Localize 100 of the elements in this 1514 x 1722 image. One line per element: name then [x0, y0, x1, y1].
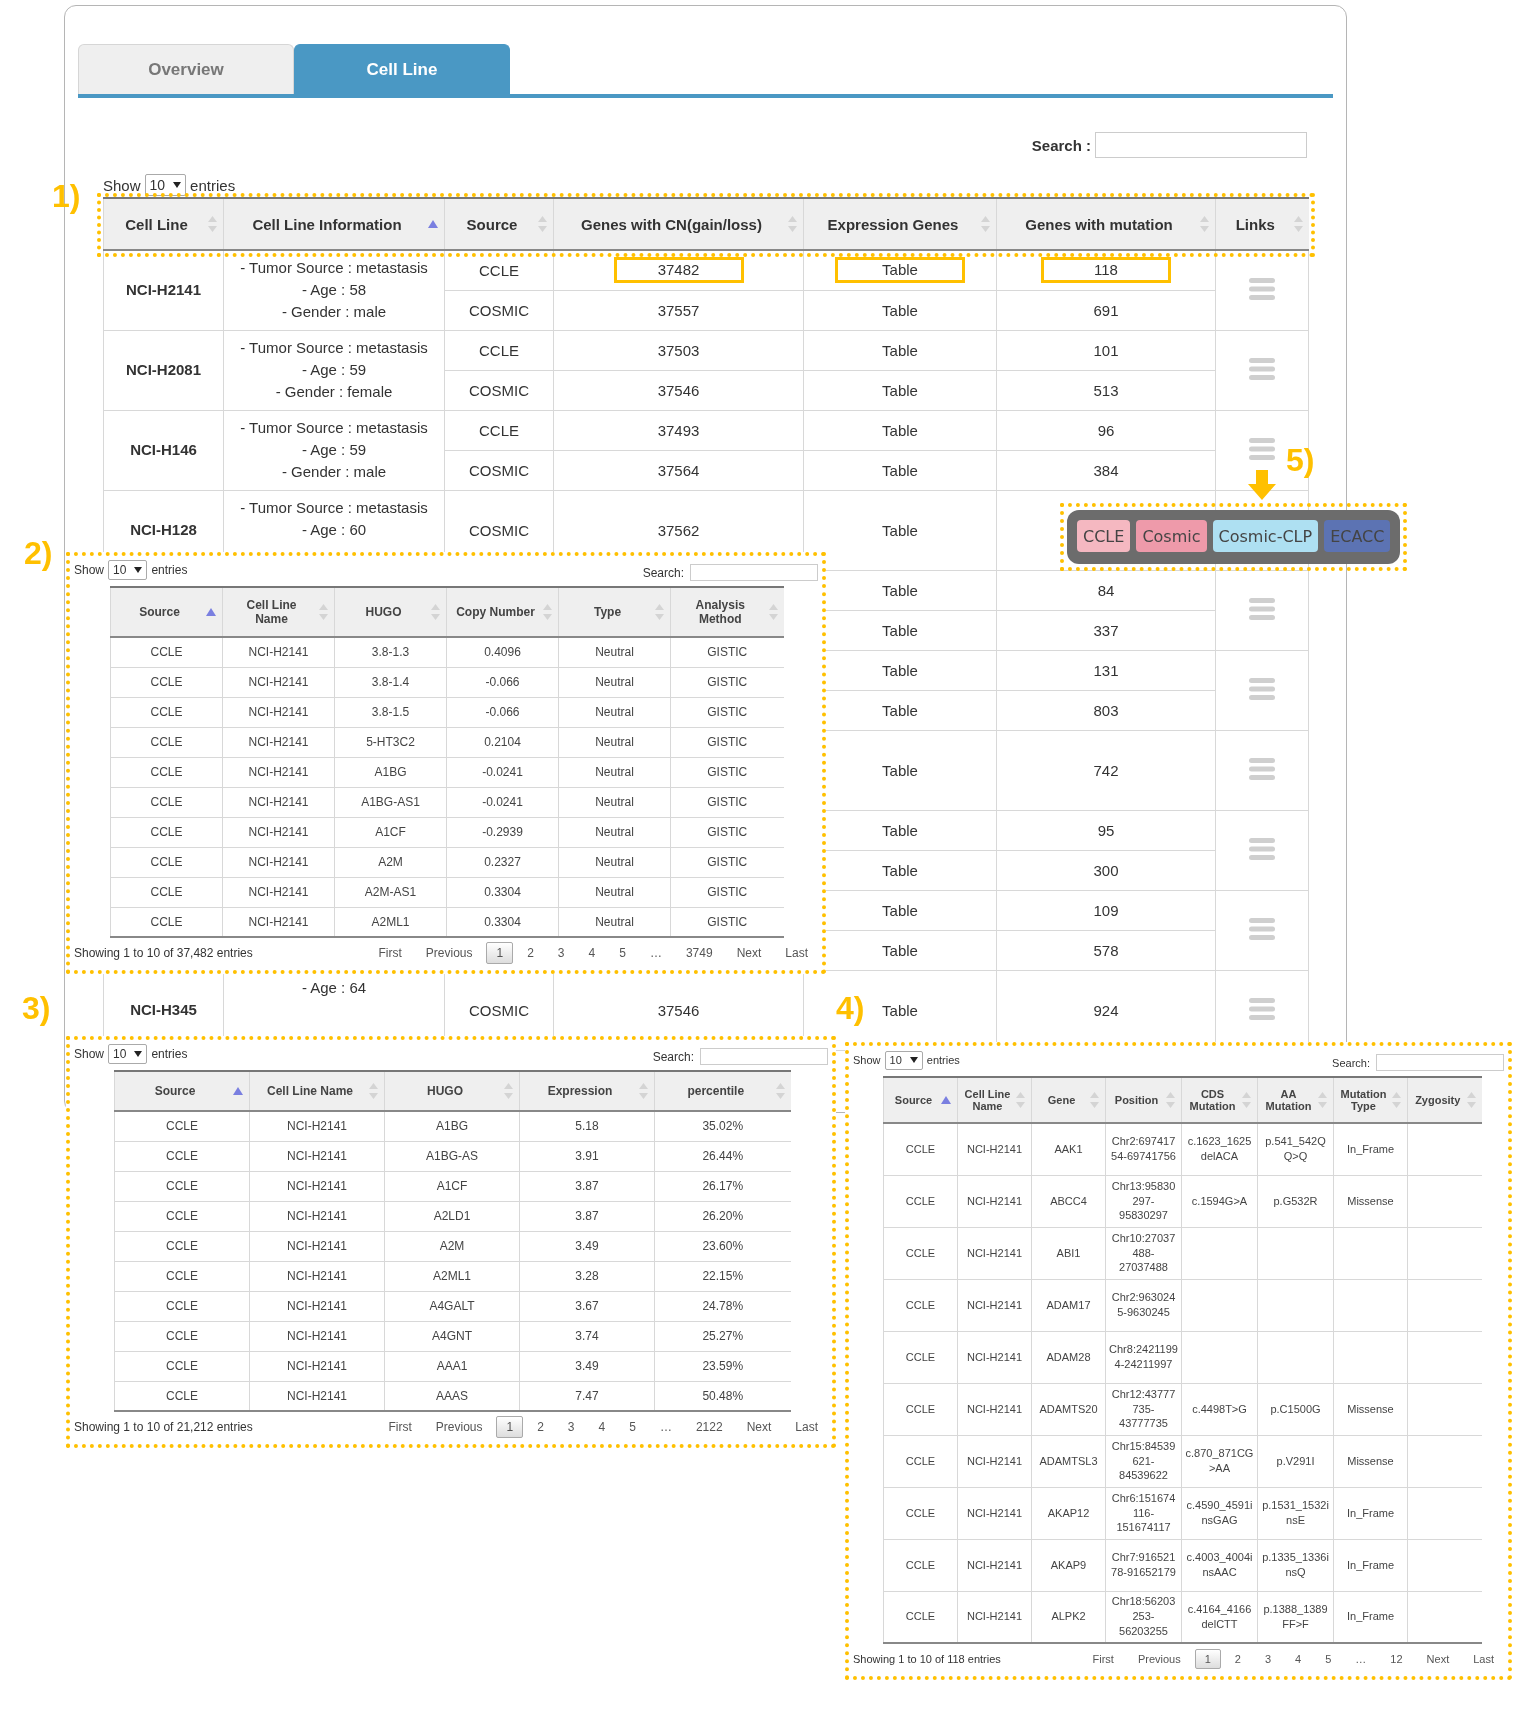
menu-icon[interactable]	[1249, 917, 1275, 940]
page-link[interactable]: 2	[1224, 1649, 1251, 1669]
sort-icon[interactable]	[233, 1087, 243, 1095]
column-label[interactable]: AA Mutation	[1264, 1088, 1313, 1112]
page-link[interactable]: …	[639, 942, 672, 964]
column-label[interactable]: percentile	[687, 1084, 745, 1098]
page-link[interactable]: First	[368, 942, 412, 964]
column-label[interactable]: Expression	[547, 1084, 613, 1098]
page-link[interactable]: 3	[1254, 1649, 1282, 1669]
menu-icon[interactable]	[1249, 837, 1275, 860]
sort-icon[interactable]	[208, 216, 217, 232]
column-label[interactable]: Links	[1235, 215, 1275, 233]
search-field[interactable]	[700, 1048, 828, 1065]
search-field[interactable]	[1376, 1054, 1504, 1071]
column-label[interactable]: Source	[894, 1094, 933, 1106]
page-link[interactable]: …	[649, 1416, 682, 1438]
page-link[interactable]: 4	[1285, 1649, 1312, 1669]
sort-icon[interactable]	[206, 608, 216, 616]
page-link[interactable]: 2	[517, 942, 544, 964]
column-label[interactable]: Source	[466, 215, 518, 233]
column-label[interactable]: Zygosity	[1415, 1094, 1461, 1106]
sort-icon[interactable]	[981, 216, 990, 232]
page-link[interactable]: First	[378, 1416, 422, 1438]
column-label[interactable]: Mutation Type	[1340, 1088, 1387, 1112]
page-link[interactable]: 4	[578, 942, 606, 964]
sort-icon[interactable]	[428, 220, 438, 228]
column-label[interactable]: Cell Line Name	[964, 1088, 1011, 1112]
sort-icon[interactable]	[941, 1096, 951, 1104]
page-link[interactable]: Previous	[415, 942, 483, 964]
column-label[interactable]: Analysis Method	[677, 598, 764, 626]
search-field[interactable]	[690, 564, 818, 581]
page-link[interactable]: Next	[1416, 1649, 1460, 1669]
page-link[interactable]: 12	[1380, 1649, 1413, 1669]
page-link[interactable]: …	[1345, 1649, 1377, 1669]
sort-icon[interactable]	[768, 604, 778, 620]
page-link[interactable]: 1	[486, 942, 514, 964]
menu-icon[interactable]	[1249, 437, 1275, 460]
column-label[interactable]: HUGO	[427, 1084, 463, 1098]
page-link[interactable]: Last	[1463, 1649, 1504, 1669]
column-label[interactable]: Source	[139, 605, 180, 619]
search-field[interactable]	[1095, 132, 1307, 158]
page-link[interactable]: First	[1082, 1649, 1124, 1669]
column-label[interactable]: Copy Number	[456, 605, 535, 619]
page-link[interactable]: Next	[736, 1416, 782, 1438]
menu-icon[interactable]	[1249, 357, 1275, 380]
page-link[interactable]: 3	[547, 942, 575, 964]
sort-icon[interactable]	[543, 604, 552, 620]
sort-icon[interactable]	[369, 1083, 378, 1099]
sort-icon[interactable]	[775, 1083, 785, 1099]
source-link-button[interactable]: Cosmic	[1136, 520, 1207, 552]
page-size-select[interactable]: 10	[884, 1050, 923, 1070]
source-link-button[interactable]: Cosmic-CLP	[1212, 520, 1319, 552]
column-label[interactable]: Expression Genes	[827, 215, 959, 233]
sort-icon[interactable]	[538, 216, 547, 232]
column-label[interactable]: Cell Line Name	[229, 598, 314, 626]
sort-icon[interactable]	[1392, 1092, 1401, 1108]
page-link[interactable]: Previous	[425, 1416, 493, 1438]
column-label[interactable]: CDS Mutation	[1188, 1088, 1237, 1112]
column-label[interactable]: Source	[154, 1084, 196, 1098]
page-link[interactable]: 5	[619, 1416, 646, 1438]
column-label[interactable]: Cell Line Name	[267, 1084, 353, 1098]
tab[interactable]: Overview	[78, 44, 294, 94]
sort-icon[interactable]	[504, 1083, 513, 1099]
column-label[interactable]: Type	[593, 605, 622, 619]
menu-icon[interactable]	[1249, 997, 1275, 1020]
sort-icon[interactable]	[1016, 1092, 1025, 1108]
column-label[interactable]: Position	[1114, 1094, 1159, 1106]
menu-icon[interactable]	[1249, 757, 1275, 780]
page-link[interactable]: 3	[557, 1416, 585, 1438]
sort-icon[interactable]	[1090, 1092, 1099, 1108]
column-label[interactable]: Cell Line	[125, 215, 188, 233]
page-link[interactable]: 2122	[685, 1416, 733, 1438]
sort-icon[interactable]	[1200, 216, 1209, 232]
page-link[interactable]: 2	[527, 1416, 554, 1438]
page-link[interactable]: 5	[1315, 1649, 1342, 1669]
sort-icon[interactable]	[1242, 1092, 1251, 1108]
sort-icon[interactable]	[639, 1083, 648, 1099]
column-label[interactable]: Gene	[1047, 1094, 1076, 1106]
page-link[interactable]: Next	[726, 942, 772, 964]
sort-icon[interactable]	[1318, 1092, 1327, 1108]
page-size-select[interactable]: 10	[108, 1044, 148, 1064]
menu-icon[interactable]	[1249, 597, 1275, 620]
sort-icon[interactable]	[1466, 1092, 1476, 1108]
page-size-select[interactable]: 10	[144, 174, 187, 196]
menu-icon[interactable]	[1249, 677, 1275, 700]
page-size-select[interactable]: 10	[108, 560, 148, 580]
page-link[interactable]: 1	[1194, 1649, 1221, 1669]
page-link[interactable]: 4	[588, 1416, 616, 1438]
page-link[interactable]: 3749	[675, 942, 723, 964]
sort-icon[interactable]	[655, 604, 664, 620]
page-link[interactable]: 5	[609, 942, 636, 964]
page-link[interactable]: Last	[785, 1416, 828, 1438]
column-label[interactable]: Genes with mutation	[1025, 215, 1173, 233]
sort-icon[interactable]	[431, 604, 440, 620]
column-label[interactable]: HUGO	[365, 605, 402, 619]
source-link-button[interactable]: CCLE	[1077, 520, 1131, 552]
column-label[interactable]: Cell Line Information	[252, 215, 402, 233]
page-link[interactable]: Previous	[1127, 1649, 1191, 1669]
sort-icon[interactable]	[1166, 1092, 1175, 1108]
sort-icon[interactable]	[788, 216, 797, 232]
